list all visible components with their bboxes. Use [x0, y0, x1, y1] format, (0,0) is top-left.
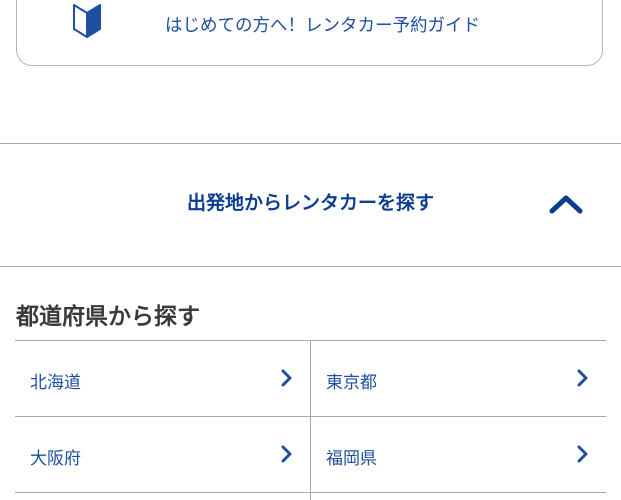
- grid-divider-stub: [310, 492, 311, 500]
- prefecture-name: 東京都: [326, 373, 377, 393]
- prefecture-name: 北海道: [30, 373, 81, 393]
- prefecture-row: 大阪府 福岡県: [15, 417, 606, 493]
- beginner-mark-icon: [73, 4, 101, 38]
- prefecture-name: 福岡県: [326, 449, 377, 469]
- page: はじめての方へ！レンタカー予約ガイド 出発地からレンタカーを探す 都道府県から探…: [0, 0, 621, 500]
- departure-search-accordion[interactable]: 出発地からレンタカーを探す: [0, 144, 621, 266]
- prefecture-link-hokkaido[interactable]: 北海道: [15, 341, 310, 416]
- prefecture-name: 大阪府: [30, 449, 81, 469]
- beginner-guide-link[interactable]: はじめての方へ！レンタカー予約ガイド: [16, 0, 603, 66]
- prefecture-row: 北海道 東京都: [15, 341, 606, 417]
- chevron-right-icon: [281, 445, 292, 463]
- chevron-right-icon: [281, 369, 292, 387]
- chevron-right-icon: [577, 445, 588, 463]
- chevron-up-icon: [549, 195, 583, 214]
- chevron-right-icon: [577, 369, 588, 387]
- prefecture-link-tokyo[interactable]: 東京都: [310, 341, 606, 416]
- prefecture-link-osaka[interactable]: 大阪府: [15, 417, 310, 492]
- prefecture-link-fukuoka[interactable]: 福岡県: [310, 417, 606, 492]
- accordion-bottom-divider: [0, 266, 621, 267]
- prefecture-section-heading: 都道府県から探す: [16, 304, 200, 330]
- accordion-title: 出発地からレンタカーを探す: [186, 192, 434, 214]
- beginner-guide-label: はじめての方へ！レンタカー予約ガイド: [165, 16, 480, 36]
- prefecture-grid: 北海道 東京都 大阪府 福岡県: [15, 340, 606, 493]
